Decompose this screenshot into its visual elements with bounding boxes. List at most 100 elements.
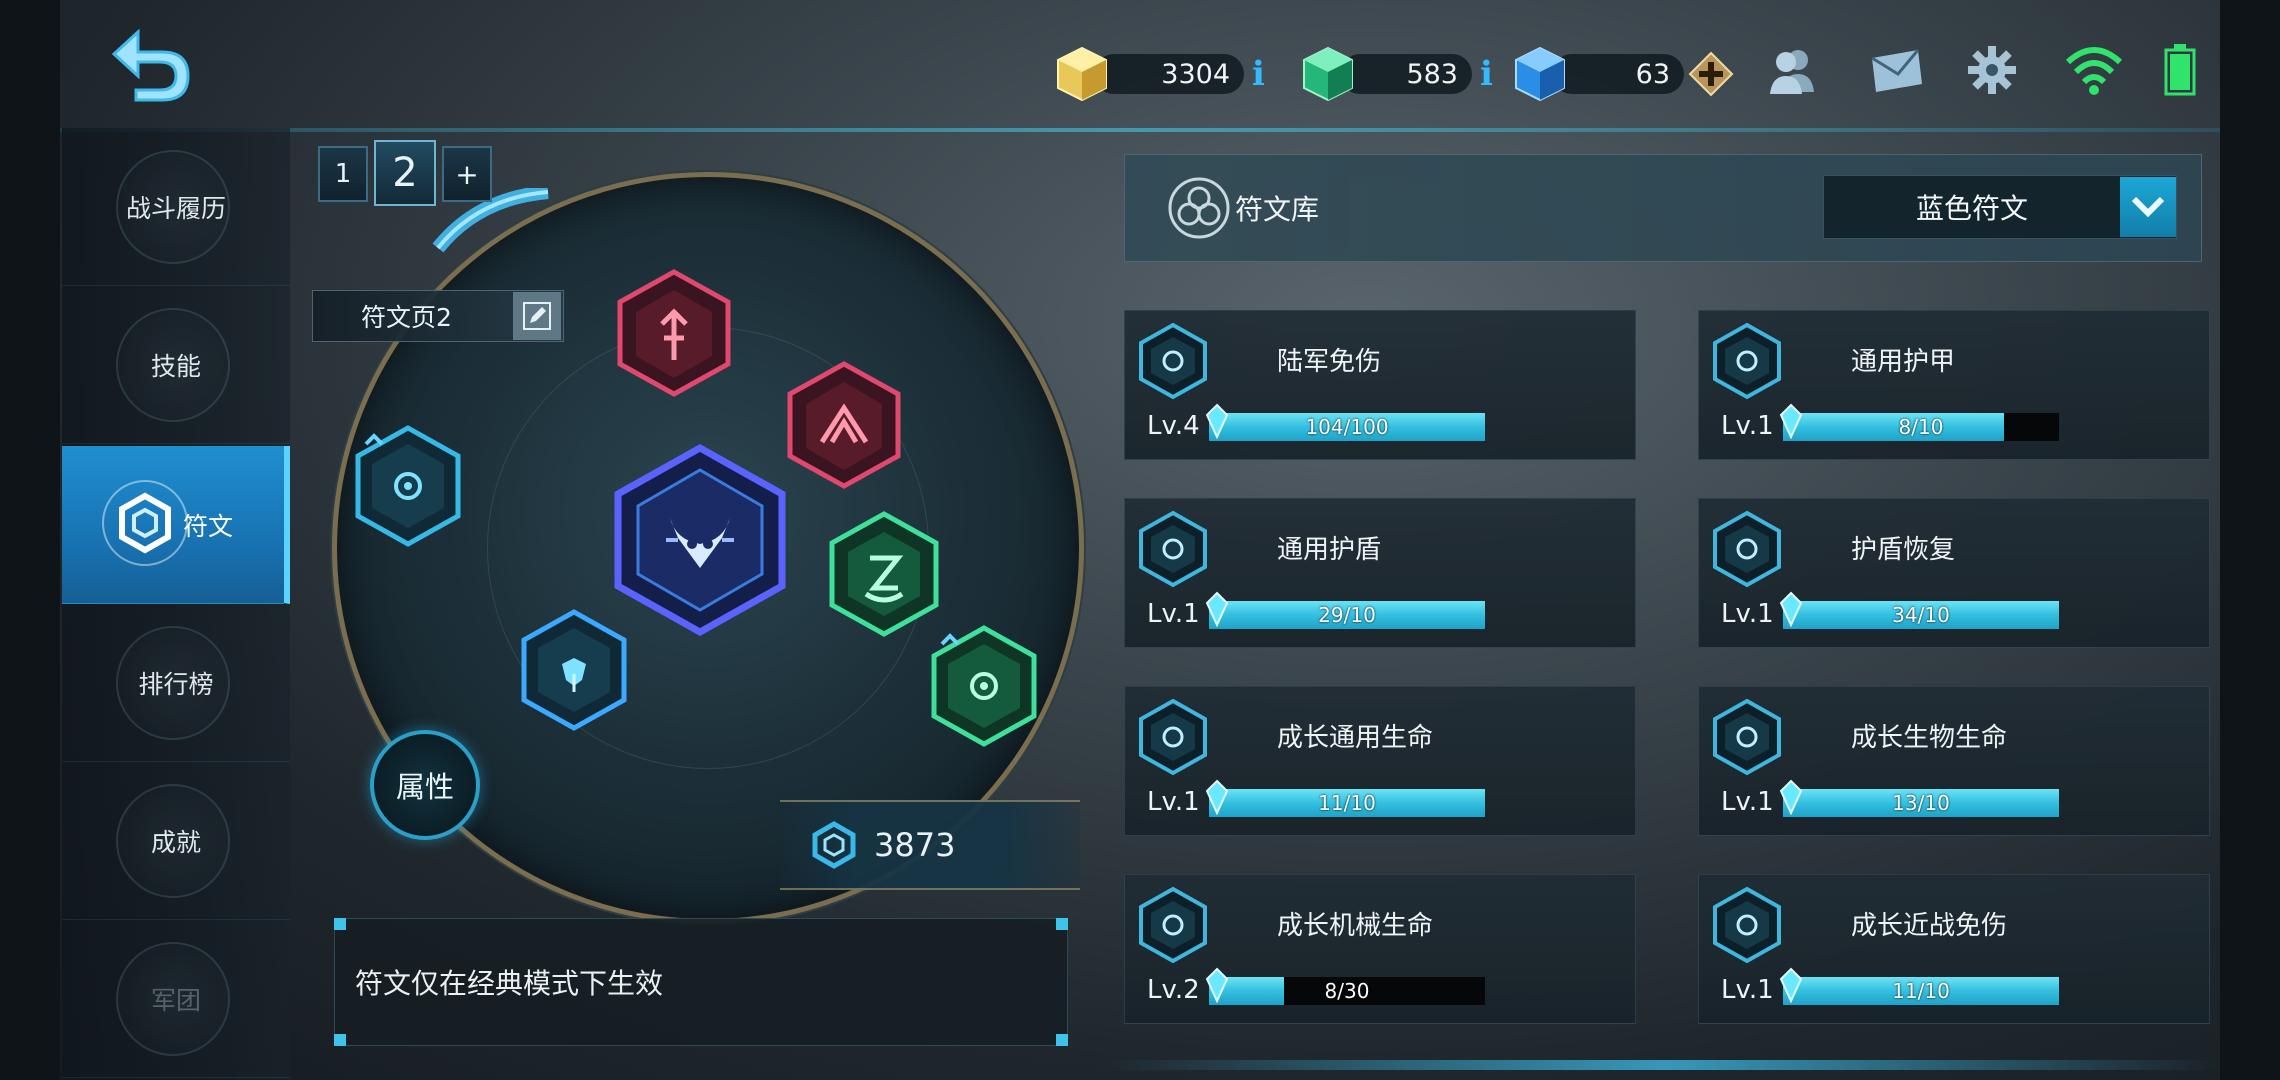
sidebar-item-leaderboard[interactable]: 排行榜 bbox=[62, 604, 290, 762]
rune-card-level: Lv.1 bbox=[1721, 787, 1774, 817]
corner-accent bbox=[1056, 1034, 1068, 1046]
rune-library-icon bbox=[1168, 177, 1230, 239]
rune-card[interactable]: 陆军免伤 Lv.4 104/100 bbox=[1124, 310, 1636, 460]
corner-accent bbox=[1056, 918, 1068, 930]
sidebar-item-label: 战斗履历 bbox=[125, 193, 226, 223]
rune-points-value: 3873 bbox=[874, 826, 956, 864]
sidebar-item-label: 排行榜 bbox=[138, 669, 214, 699]
rune-filter-dropdown[interactable]: 蓝色符文 bbox=[1823, 175, 2177, 239]
rune-page-tab-2[interactable]: 2 bbox=[374, 140, 436, 206]
rune-points-display: 3873 bbox=[780, 800, 1080, 890]
sidebar-item-legion[interactable]: 军团 bbox=[62, 920, 290, 1078]
growth-melee-rune-icon bbox=[1713, 886, 1781, 964]
rune-library-header: 符文库 蓝色符文 bbox=[1124, 154, 2202, 262]
rune-card-progress-text: 11/10 bbox=[1892, 979, 1950, 1003]
crystal-gem-icon bbox=[1779, 779, 1803, 815]
green-rune-slot-1[interactable] bbox=[826, 510, 942, 638]
emerald-gem-icon bbox=[1303, 46, 1353, 102]
rune-card-progress-text: 8/10 bbox=[1898, 415, 1944, 439]
sidebar-item-battle-history[interactable]: 战斗履历 bbox=[62, 128, 290, 286]
rune-library-title: 符文库 bbox=[1235, 193, 1320, 226]
sidebar-item-runes[interactable]: 符文 bbox=[62, 446, 290, 604]
rune-page-tab-1[interactable]: 1 bbox=[318, 146, 368, 202]
mail-icon[interactable] bbox=[1866, 40, 1926, 100]
rune-card-progress-bar: 13/10 bbox=[1783, 789, 2059, 817]
top-divider bbox=[60, 128, 2220, 132]
rune-card-level: Lv.1 bbox=[1721, 599, 1774, 629]
attributes-button[interactable]: 属性 bbox=[370, 730, 480, 840]
rune-card-name: 成长近战免伤 bbox=[1851, 911, 2008, 941]
rune-card-level: Lv.1 bbox=[1721, 411, 1774, 441]
shield-regen-rune-icon bbox=[1713, 510, 1781, 588]
blue-diamond-icon bbox=[1515, 46, 1565, 102]
rune-card[interactable]: 通用护盾 Lv.1 29/10 bbox=[1124, 498, 1636, 648]
back-button[interactable] bbox=[108, 24, 198, 104]
rune-card[interactable]: 成长近战免伤 Lv.1 11/10 bbox=[1698, 874, 2210, 1024]
rune-card-name: 陆军免伤 bbox=[1277, 347, 1382, 377]
add-diamond-button[interactable] bbox=[1688, 51, 1734, 97]
rune-points-icon bbox=[812, 821, 856, 869]
rune-page-name: 符文页2 bbox=[312, 290, 564, 342]
wifi-icon bbox=[2065, 47, 2123, 95]
shield-rune-icon bbox=[1139, 510, 1207, 588]
bottom-glow bbox=[1110, 1060, 2220, 1070]
settings-gear-icon[interactable] bbox=[1962, 40, 2022, 100]
rune-card-name: 成长通用生命 bbox=[1277, 723, 1434, 753]
red-rune-slot-2[interactable] bbox=[784, 360, 904, 490]
rune-filter-value: 蓝色符文 bbox=[1915, 192, 2028, 225]
green-rune-slot-2[interactable] bbox=[928, 624, 1040, 748]
add-rune-page-button[interactable]: + bbox=[442, 146, 492, 202]
crystal-gem-icon bbox=[1779, 403, 1803, 439]
rune-hex-icon bbox=[102, 480, 188, 566]
rune-card-progress-text: 11/10 bbox=[1318, 791, 1376, 815]
rune-card-name: 通用护甲 bbox=[1851, 347, 1956, 377]
rune-card-name: 成长机械生命 bbox=[1277, 911, 1434, 941]
rune-card-progress-bar: 104/100 bbox=[1209, 413, 1485, 441]
blue-rune-slot-1[interactable] bbox=[352, 424, 464, 548]
rune-card-name: 通用护盾 bbox=[1277, 535, 1382, 565]
rune-card-name: 护盾恢复 bbox=[1851, 535, 1956, 565]
rune-notice-box: 符文仅在经典模式下生效 bbox=[334, 918, 1068, 1046]
rune-card[interactable]: 护盾恢复 Lv.1 34/10 bbox=[1698, 498, 2210, 648]
crystal-gem-icon bbox=[1779, 967, 1803, 1003]
emerald-resource: 583 i bbox=[1298, 46, 1493, 102]
corner-accent bbox=[334, 918, 346, 930]
rune-card-level: Lv.2 bbox=[1147, 975, 1200, 1005]
chevron-down-icon bbox=[2131, 196, 2165, 218]
rune-card-level: Lv.1 bbox=[1147, 787, 1200, 817]
armor-rune-icon bbox=[1713, 322, 1781, 400]
diamond-amount: 63 bbox=[1552, 54, 1684, 94]
growth-mech-life-rune-icon bbox=[1139, 886, 1207, 964]
friends-icon[interactable] bbox=[1762, 40, 1822, 100]
rune-card[interactable]: 成长生物生命 Lv.1 13/10 bbox=[1698, 686, 2210, 836]
crystal-gem-icon bbox=[1779, 591, 1803, 627]
dropdown-toggle[interactable] bbox=[2120, 177, 2176, 237]
rune-card-progress-text: 8/30 bbox=[1324, 979, 1370, 1003]
rune-card-progress-bar: 29/10 bbox=[1209, 601, 1485, 629]
growth-life-rune-icon bbox=[1139, 698, 1207, 776]
gold-info-icon[interactable]: i bbox=[1252, 54, 1265, 94]
left-sidebar: 战斗履历 技能 符文 排行榜 成就 军团 bbox=[62, 128, 290, 1080]
rune-card-progress-text: 104/100 bbox=[1305, 415, 1389, 439]
screen-edge-left bbox=[0, 0, 60, 1080]
gold-cube-icon bbox=[1057, 46, 1107, 102]
blue-rune-slot-2[interactable] bbox=[518, 608, 630, 732]
rune-card-name: 成长生物生命 bbox=[1851, 723, 2008, 753]
rune-card-progress-text: 34/10 bbox=[1892, 603, 1950, 627]
red-rune-slot-1[interactable] bbox=[614, 268, 734, 398]
sidebar-item-achievements[interactable]: 成就 bbox=[62, 762, 290, 920]
core-rune-slot[interactable] bbox=[612, 444, 788, 636]
rune-page-tabs: 1 2 + bbox=[318, 140, 492, 206]
rune-card-progress-bar: 11/10 bbox=[1209, 789, 1485, 817]
growth-bio-life-rune-icon bbox=[1713, 698, 1781, 776]
gold-resource: 3304 i bbox=[1052, 46, 1265, 102]
rune-card[interactable]: 通用护甲 Lv.1 8/10 bbox=[1698, 310, 2210, 460]
rename-page-button[interactable] bbox=[513, 292, 561, 340]
emerald-info-icon[interactable]: i bbox=[1480, 54, 1493, 94]
sidebar-item-skills[interactable]: 技能 bbox=[62, 286, 290, 444]
crystal-gem-icon bbox=[1205, 591, 1229, 627]
rune-card[interactable]: 成长机械生命 Lv.2 8/30 bbox=[1124, 874, 1636, 1024]
rune-card[interactable]: 成长通用生命 Lv.1 11/10 bbox=[1124, 686, 1636, 836]
sidebar-item-label: 成就 bbox=[150, 827, 201, 857]
rune-card-progress-text: 13/10 bbox=[1892, 791, 1950, 815]
